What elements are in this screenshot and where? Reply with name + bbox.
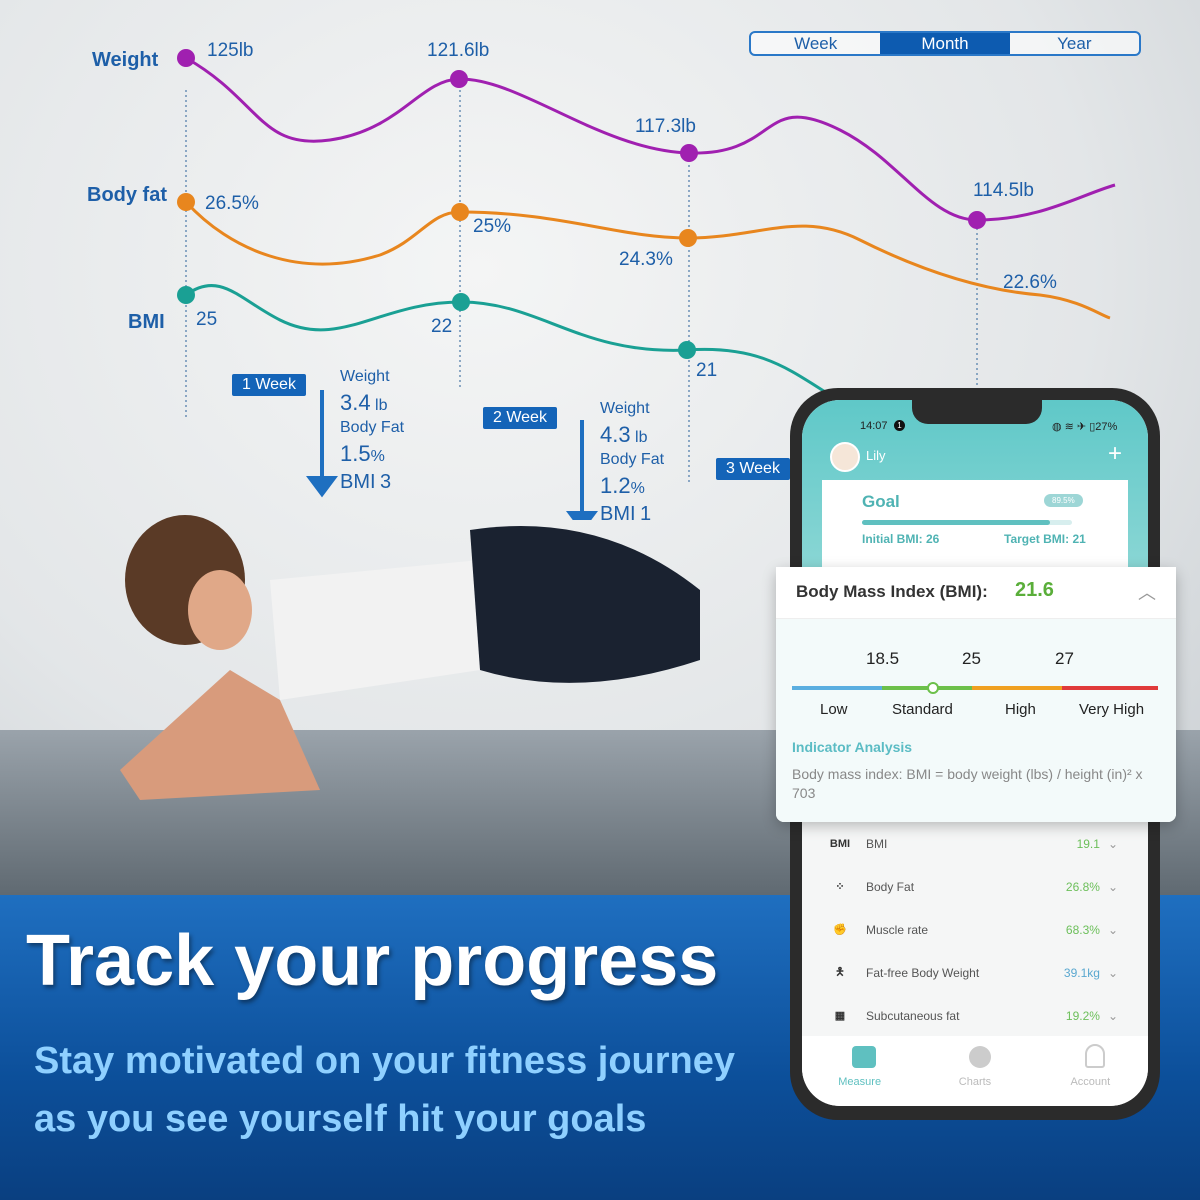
bodyfat-value: 22.6%	[1003, 272, 1057, 293]
muscle-icon: ✊	[833, 924, 847, 936]
weight-value: 121.6lb	[427, 40, 490, 61]
metric-row-fat-free-weight[interactable]: 🯅 Fat-free Body Weight 39.1kg ⌄	[822, 951, 1128, 994]
bmi-detail-card: Body Mass Index (BMI): 21.6 ︿ 18.5 25 27…	[776, 567, 1176, 822]
add-icon[interactable]: +	[1108, 440, 1122, 468]
weight-point	[968, 211, 986, 229]
week-badge: 3 Week	[716, 458, 790, 480]
threshold: 27	[1055, 649, 1074, 668]
week-badge: 2 Week	[483, 407, 557, 429]
scale-icon	[852, 1046, 876, 1068]
tab-week[interactable]: Week	[751, 33, 880, 54]
phone-notch	[912, 400, 1042, 424]
bodyfat-value: 24.3%	[619, 249, 673, 270]
week-2-summary: Weight 4.3 lb Body Fat 1.2% BMI 1	[600, 400, 665, 525]
notification-badge: 1	[894, 420, 905, 431]
weight-value: 125lb	[207, 40, 254, 61]
bottom-nav: Measure Charts Account	[802, 1036, 1148, 1106]
metric-row-muscle[interactable]: ✊ Muscle rate 68.3% ⌄	[822, 908, 1128, 951]
value: 3.4	[340, 389, 371, 415]
bodyfat-point	[177, 193, 195, 211]
bmi-point	[177, 286, 195, 304]
down-arrow-icon	[306, 476, 338, 498]
bmi-icon: BMI	[829, 837, 851, 850]
analysis-title: Indicator Analysis	[792, 739, 913, 755]
metric-row-subcutaneous-fat[interactable]: ▦ Subcutaneous fat 19.2% ⌄	[822, 994, 1128, 1037]
goal-title: Goal	[862, 492, 900, 511]
chevron-up-icon[interactable]: ︿	[1138, 579, 1156, 605]
goal-card[interactable]: Goal 89.5% Initial BMI: 26 Target BMI: 2…	[822, 480, 1128, 580]
bmi-value: 25	[196, 309, 218, 330]
week-1-summary: Weight 3.4 lb Body Fat 1.5% BMI 3	[340, 368, 405, 493]
threshold: 18.5	[866, 649, 900, 668]
subheadline-line-1: Stay motivated on your fitness journey	[34, 1040, 736, 1082]
bmi-value: 21.6	[1015, 579, 1054, 601]
tab-year[interactable]: Year	[1010, 33, 1139, 54]
chevron-down-icon: ⌄	[1107, 836, 1118, 851]
tab-month[interactable]: Month	[880, 33, 1010, 54]
target-bmi: Target BMI: 21	[1004, 532, 1086, 546]
bmi-indicator-marker	[927, 682, 939, 694]
goal-progress-fill	[862, 520, 1050, 525]
bodyfat-point	[679, 229, 697, 247]
metric-row-bmi[interactable]: BMI BMI 19.1 ⌄	[822, 822, 1128, 865]
weight-label: Weight	[92, 49, 159, 71]
chevron-down-icon: ⌄	[1107, 965, 1118, 980]
label: Weight	[340, 368, 390, 385]
bmi-value: 22	[431, 316, 453, 337]
weight-point	[450, 70, 468, 88]
analysis-text: Body mass index: BMI = body weight (lbs)…	[792, 766, 1143, 801]
bodyfat-value: 26.5%	[205, 193, 259, 214]
bodyfat-label: Body fat	[87, 184, 167, 206]
status-time: 14:07	[860, 420, 888, 432]
range-label: Very High	[1079, 701, 1145, 718]
initial-bmi: Initial BMI: 26	[862, 532, 940, 546]
range-label: Standard	[892, 701, 953, 718]
threshold: 25	[962, 649, 981, 668]
bodyfat-value: 25%	[473, 216, 512, 237]
bmi-card-body: 18.5 25 27 Low Standard High Very High I…	[776, 619, 1176, 822]
bodyfat-point	[451, 203, 469, 221]
metric-row-body-fat[interactable]: ⁘ Body Fat 26.8% ⌄	[822, 865, 1128, 908]
goal-progress-badge: 89.5%	[1044, 494, 1083, 507]
weight-point	[680, 144, 698, 162]
bmi-card-header[interactable]: Body Mass Index (BMI): 21.6 ︿	[776, 567, 1176, 619]
nav-account[interactable]: Account	[1033, 1036, 1148, 1106]
weight-value: 117.3lb	[635, 116, 696, 137]
subheadline-line-2: as you see yourself hit your goals	[34, 1098, 647, 1140]
weight-point	[177, 49, 195, 67]
user-name: Lily	[866, 448, 886, 463]
range-very-high	[1062, 686, 1158, 690]
week-badge: 1 Week	[232, 374, 306, 396]
bmi-label: BMI	[128, 311, 165, 333]
range-high	[972, 686, 1062, 690]
avatar[interactable]	[830, 442, 860, 472]
chevron-down-icon: ⌄	[1107, 922, 1118, 937]
period-segmented-control[interactable]: Week Month Year	[749, 31, 1141, 56]
status-icons: ◍ ≋ ✈ ▯27%	[1052, 421, 1118, 433]
nav-measure[interactable]: Measure	[802, 1036, 917, 1106]
chevron-down-icon: ⌄	[1107, 879, 1118, 894]
chevron-down-icon: ⌄	[1107, 1008, 1118, 1023]
subcutaneous-icon: ▦	[834, 1010, 846, 1022]
range-label: High	[1005, 701, 1036, 718]
bmi-value: 21	[696, 360, 718, 381]
bmi-scale-bar	[792, 686, 1158, 690]
bmi-point	[452, 293, 470, 311]
battery-level: 27%	[1095, 421, 1118, 433]
range-low	[792, 686, 882, 690]
range-label: Low	[820, 701, 848, 718]
goal-progress-bar	[862, 520, 1072, 525]
headline: Track your progress	[26, 921, 719, 1001]
weight-value: 114.5lb	[973, 180, 1034, 201]
body-fat-icon: ⁘	[835, 881, 845, 893]
bmi-point	[678, 341, 696, 359]
bmi-title: Body Mass Index (BMI):	[796, 582, 988, 601]
nav-charts[interactable]: Charts	[917, 1036, 1032, 1106]
charts-icon	[969, 1046, 992, 1068]
app-header: 14:07 1 ◍ ≋ ✈ ▯27% Lily + Goal 89.5% Ini…	[802, 400, 1148, 590]
down-arrow-icon	[566, 511, 598, 520]
person-icon: 🯅	[835, 966, 845, 978]
account-icon	[1084, 1044, 1105, 1068]
